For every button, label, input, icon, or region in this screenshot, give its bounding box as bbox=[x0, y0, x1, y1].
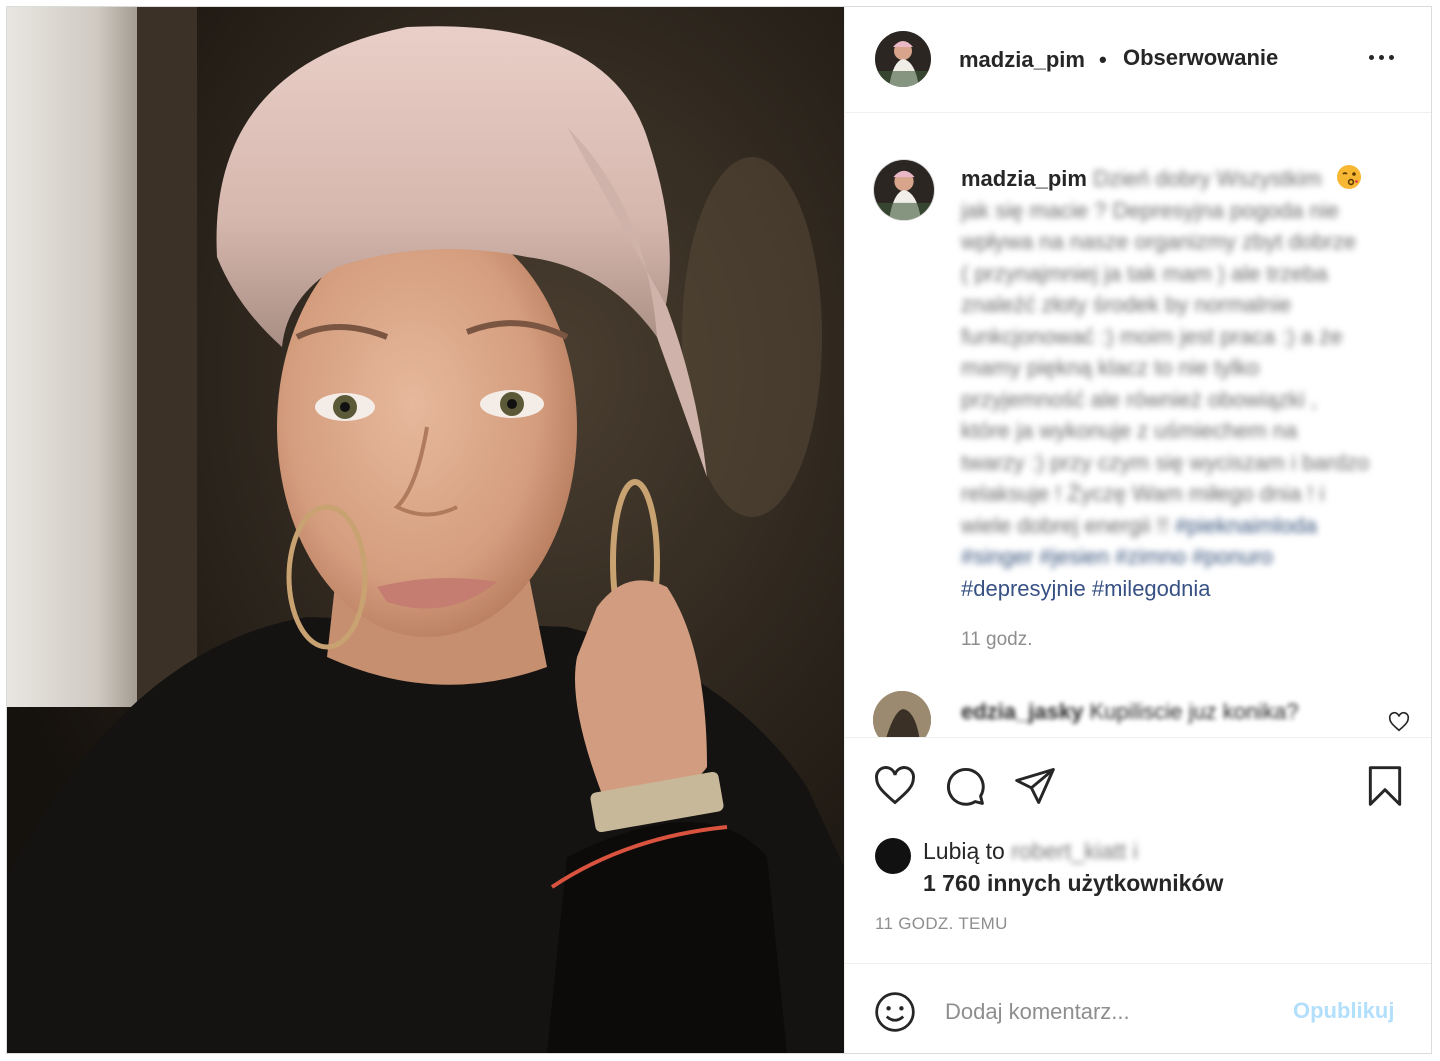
caption-line: Dzień dobry Wszystkim bbox=[1093, 166, 1322, 191]
caption-line: mamy piękną klacz to nie tylko bbox=[961, 355, 1260, 380]
caption-line: które ja wykonuje z uśmiechem na bbox=[961, 418, 1298, 443]
caption-line: znaleźć złoty środek by normalnie bbox=[961, 292, 1292, 317]
comment-bubble-icon[interactable] bbox=[943, 764, 987, 808]
avatar-image bbox=[873, 691, 931, 737]
bookmark-icon[interactable] bbox=[1363, 764, 1407, 808]
post-username[interactable]: madzia_pim bbox=[959, 47, 1085, 73]
likes-prefix: Lubią to bbox=[923, 838, 1005, 864]
selfie-photo-illustration bbox=[7, 7, 844, 1053]
separator-dot: • bbox=[1099, 47, 1107, 72]
hashtag-link[interactable]: #singer #jesien #zimno #ponuro bbox=[961, 544, 1273, 569]
comment-username[interactable]: edzia_jasky bbox=[961, 699, 1083, 724]
publish-button[interactable]: Opublikuj bbox=[1293, 998, 1394, 1024]
post-caption: madzia_pim Dzień dobry Wszystkim jak się… bbox=[961, 163, 1401, 604]
post-sidebar: madzia_pim • Obserwowanie madzia_pim Dzi… bbox=[844, 7, 1431, 1053]
liker-avatar[interactable] bbox=[875, 838, 911, 874]
heart-icon[interactable] bbox=[873, 764, 917, 808]
comment-body: Kupiliscie juz konika? bbox=[1089, 699, 1299, 724]
hashtag-link[interactable]: #depresyjnie #milegodnia bbox=[961, 576, 1211, 601]
heart-outline-icon[interactable] bbox=[1388, 711, 1410, 733]
likes-summary: Lubią to robert_kiatt i bbox=[923, 838, 1138, 865]
post-actions: Lubią to robert_kiatt i 1 760 innych uży… bbox=[845, 737, 1431, 963]
hashtag-link[interactable]: #pieknaimloda bbox=[1175, 513, 1317, 538]
post-timestamp[interactable]: 11 GODZ. TEMU bbox=[875, 914, 1008, 934]
caption-line: funkcjonować :) moim jest praca :) a że bbox=[961, 323, 1343, 349]
comment-avatar[interactable] bbox=[873, 691, 931, 737]
avatar-image bbox=[874, 160, 934, 220]
caption-time[interactable]: 11 godz. bbox=[961, 629, 1032, 651]
comments-section: madzia_pim Dzień dobry Wszystkim jak się… bbox=[845, 113, 1431, 737]
instagram-post: madzia_pim • Obserwowanie madzia_pim Dzi… bbox=[6, 6, 1432, 1054]
post-photo[interactable] bbox=[7, 7, 844, 1053]
caption-line: ( przynajmniej ja tak mam ) ale trzeba bbox=[961, 260, 1328, 286]
follow-status-button[interactable]: Obserwowanie bbox=[1123, 45, 1278, 71]
caption-avatar[interactable] bbox=[873, 159, 935, 221]
avatar[interactable] bbox=[875, 31, 931, 87]
smiley-icon[interactable] bbox=[873, 990, 917, 1034]
avatar-image bbox=[875, 31, 931, 87]
liker-username[interactable]: robert_kiatt i bbox=[1011, 838, 1138, 864]
add-comment-bar: Opublikuj bbox=[845, 963, 1431, 1053]
caption-username[interactable]: madzia_pim bbox=[961, 166, 1087, 191]
likes-count-button[interactable]: 1 760 innych użytkowników bbox=[923, 870, 1223, 897]
caption-line: przyjemność ale również obowiązki , bbox=[961, 386, 1317, 412]
more-options-icon[interactable] bbox=[1367, 51, 1397, 63]
comment-input[interactable] bbox=[943, 988, 1287, 1036]
comment-text: edzia_jasky Kupiliscie juz konika? bbox=[961, 699, 1299, 725]
post-header: madzia_pim • Obserwowanie bbox=[845, 7, 1431, 113]
caption-line: jak się macie ? Depresyjna pogoda nie bbox=[961, 197, 1339, 223]
wink-kiss-emoji-icon bbox=[1336, 164, 1362, 190]
caption-line: wpływa na nasze organizmy zbyt dobrze bbox=[961, 229, 1356, 254]
caption-line: relaksuje ! Życzę Wam miłego dnia ! i bbox=[961, 481, 1325, 506]
caption-line: twarzy :) przy czym się wyciszam i bardz… bbox=[961, 449, 1370, 475]
caption-line: wiele dobrej energii !! bbox=[961, 512, 1169, 538]
paper-plane-icon[interactable] bbox=[1013, 764, 1057, 808]
